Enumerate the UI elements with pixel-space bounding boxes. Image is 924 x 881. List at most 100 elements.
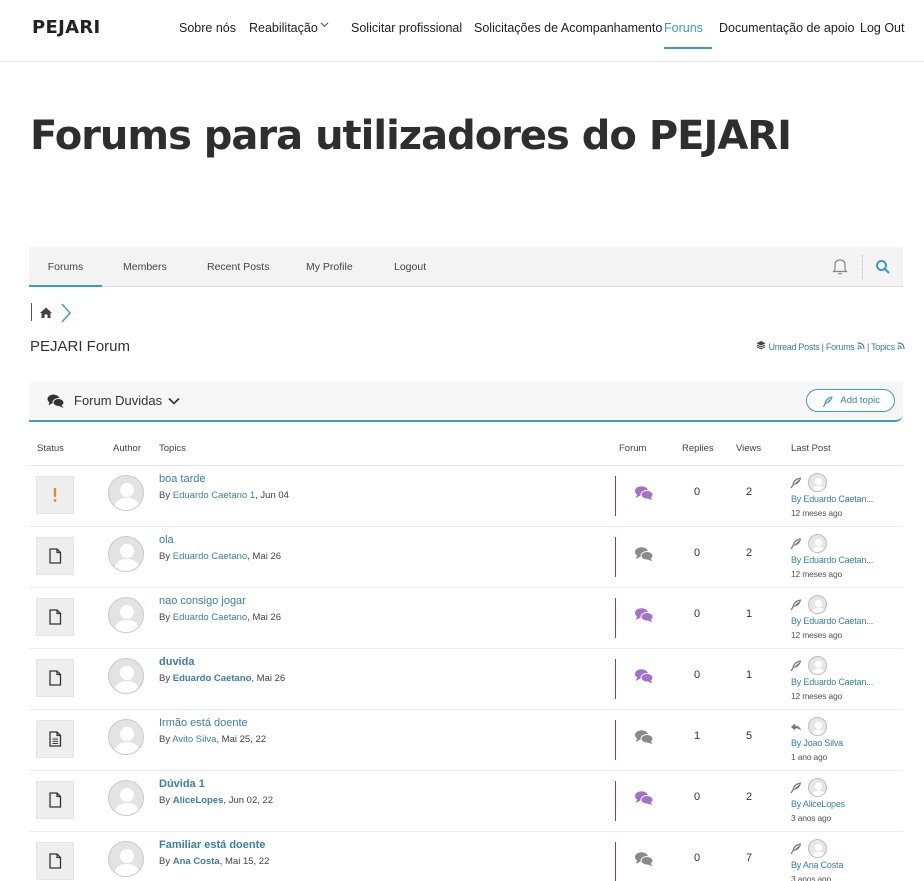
replies-count: 0 bbox=[693, 486, 701, 498]
add-topic-button[interactable]: Add topic bbox=[806, 389, 895, 412]
topic-author-link[interactable]: Eduardo Caetano bbox=[173, 673, 252, 684]
topic-row[interactable]: Dúvida 1 By AliceLopes, Jun 02, 22 0 2 By Al… bbox=[29, 771, 903, 832]
comments-icon bbox=[634, 607, 654, 623]
author-avatar[interactable] bbox=[108, 597, 144, 633]
main-nav: Sobre nós Reabilitação Solicitar profiss… bbox=[0, 0, 924, 62]
replies-count: 0 bbox=[693, 852, 701, 864]
feather-icon bbox=[790, 842, 802, 855]
rss-icon[interactable] bbox=[897, 342, 905, 350]
last-post-author-link[interactable]: By Eduardo Caetan... bbox=[791, 616, 873, 626]
nav-solicitacoes-acompanhamento[interactable]: Solicitações de Acompanhamento bbox=[474, 21, 662, 35]
topic-meta: By Eduardo Caetano, Mai 26 bbox=[159, 673, 285, 684]
topic-title-link[interactable]: duvida bbox=[159, 656, 194, 668]
status-file-icon bbox=[36, 842, 74, 880]
author-avatar[interactable] bbox=[108, 841, 144, 877]
last-post-time: 3 anos ago bbox=[791, 874, 832, 881]
topic-author-link[interactable]: AliceLopes bbox=[173, 795, 224, 806]
topic-title-link[interactable]: boa tarde bbox=[159, 473, 205, 485]
author-avatar[interactable] bbox=[108, 475, 144, 511]
bell-icon[interactable] bbox=[831, 257, 849, 275]
by-label: By bbox=[159, 612, 173, 623]
nav-solicitar-profissional[interactable]: Solicitar profissional bbox=[351, 21, 462, 35]
last-post-avatar[interactable] bbox=[808, 839, 827, 858]
last-post-avatar[interactable] bbox=[808, 595, 827, 614]
topic-title-link[interactable]: Dúvida 1 bbox=[159, 778, 205, 790]
status-file-icon bbox=[36, 598, 74, 636]
nav-reabilitacao[interactable]: Reabilitação bbox=[249, 21, 318, 35]
layers-icon bbox=[756, 341, 766, 350]
comments-icon bbox=[634, 729, 654, 745]
last-post-time: 12 meses ago bbox=[791, 569, 842, 579]
rss-icon[interactable] bbox=[857, 342, 865, 350]
nav-log-out[interactable]: Log Out bbox=[860, 21, 904, 35]
forum-nav-bar: Forums Members Recent Posts My Profile L… bbox=[29, 247, 903, 287]
views-count: 7 bbox=[745, 852, 753, 864]
chevron-down-icon[interactable] bbox=[167, 394, 181, 408]
tab-forums[interactable]: Forums bbox=[29, 247, 102, 287]
last-post-author-link[interactable]: By AliceLopes bbox=[791, 799, 845, 809]
author-avatar[interactable] bbox=[108, 536, 144, 572]
last-post-author-link[interactable]: By Eduardo Caetan... bbox=[791, 494, 873, 504]
nav-sobre-nos[interactable]: Sobre nós bbox=[179, 21, 236, 35]
topic-title-link[interactable]: Irmão está doente bbox=[159, 717, 248, 729]
topic-title-link[interactable]: ola bbox=[159, 534, 174, 546]
home-icon[interactable] bbox=[31, 303, 71, 323]
unread-posts-link[interactable]: Unread Posts bbox=[769, 342, 820, 352]
search-icon[interactable] bbox=[875, 259, 891, 275]
status-file-text-icon bbox=[36, 720, 74, 758]
quick-links: Unread Posts | Forums | Topics bbox=[756, 340, 905, 352]
column-status: Status bbox=[37, 443, 64, 454]
feather-icon bbox=[822, 395, 834, 408]
topic-author-link[interactable]: Avito Silva bbox=[172, 734, 216, 745]
topic-date: , Mai 25, 22 bbox=[216, 734, 267, 745]
replies-count: 1 bbox=[693, 730, 701, 742]
topic-author-link[interactable]: Eduardo Caetano bbox=[173, 551, 247, 562]
last-post-avatar[interactable] bbox=[808, 656, 827, 675]
topic-meta: By Avito Silva, Mai 25, 22 bbox=[159, 734, 266, 745]
last-post-avatar[interactable] bbox=[808, 717, 827, 736]
topic-row[interactable]: Familiar está doente By Ana Costa, Mai 15… bbox=[29, 832, 903, 881]
last-post-author-link[interactable]: By Eduardo Caetan... bbox=[791, 555, 873, 565]
topic-row[interactable]: ola By Eduardo Caetano, Mai 26 0 2 By Eduard… bbox=[29, 527, 903, 588]
topic-row[interactable]: duvida By Eduardo Caetano, Mai 26 0 1 By Edu… bbox=[29, 649, 903, 710]
chevron-down-icon[interactable] bbox=[320, 20, 329, 32]
topic-row[interactable]: nao consigo jogar By Eduardo Caetano, Mai… bbox=[29, 588, 903, 649]
tab-logout[interactable]: Logout bbox=[394, 247, 426, 287]
comments-icon bbox=[634, 668, 654, 684]
by-label: By bbox=[159, 856, 173, 867]
column-topics: Topics bbox=[159, 443, 186, 454]
topic-author-link[interactable]: Eduardo Caetano bbox=[173, 612, 247, 623]
views-count: 2 bbox=[745, 486, 753, 498]
author-avatar[interactable] bbox=[108, 658, 144, 694]
topic-row[interactable]: Irmão está doente By Avito Silva, Mai 25,… bbox=[29, 710, 903, 771]
tab-recent-posts[interactable]: Recent Posts bbox=[207, 247, 269, 287]
last-post-avatar[interactable] bbox=[808, 473, 827, 492]
tab-my-profile[interactable]: My Profile bbox=[306, 247, 353, 287]
last-post-avatar[interactable] bbox=[808, 534, 827, 553]
tab-members[interactable]: Members bbox=[123, 247, 167, 287]
comments-icon bbox=[634, 790, 654, 806]
topics-feed-link[interactable]: Topics bbox=[871, 342, 895, 352]
last-post-author-link[interactable]: By Ana Costa bbox=[791, 860, 843, 870]
nav-foruns[interactable]: Foruns bbox=[664, 21, 703, 35]
topic-row[interactable]: boa tarde By Eduardo Caetano 1, Jun 04 0 2 B… bbox=[29, 466, 903, 527]
topic-meta: By Ana Costa, Mai 15, 22 bbox=[159, 856, 269, 867]
last-post-time: 12 meses ago bbox=[791, 630, 842, 640]
add-topic-label: Add topic bbox=[840, 395, 880, 406]
topic-author-link[interactable]: Ana Costa bbox=[173, 856, 220, 867]
last-post-avatar[interactable] bbox=[808, 778, 827, 797]
column-divider bbox=[615, 598, 616, 638]
last-post-author-link[interactable]: By Joao Silva bbox=[791, 738, 843, 748]
topic-meta: By Eduardo Caetano, Mai 26 bbox=[159, 551, 281, 562]
by-label: By bbox=[159, 490, 173, 501]
author-avatar[interactable] bbox=[108, 719, 144, 755]
topic-title-link[interactable]: Familiar está doente bbox=[159, 839, 265, 851]
author-avatar[interactable] bbox=[108, 780, 144, 816]
views-count: 2 bbox=[745, 791, 753, 803]
topic-title-link[interactable]: nao consigo jogar bbox=[159, 595, 246, 607]
last-post-author-link[interactable]: By Eduardo Caetan... bbox=[791, 677, 873, 687]
forums-feed-link[interactable]: Forums bbox=[826, 342, 855, 352]
topic-author-link[interactable]: Eduardo Caetano 1 bbox=[173, 490, 255, 501]
replies-count: 0 bbox=[693, 547, 701, 559]
nav-documentacao-apoio[interactable]: Documentação de apoio bbox=[719, 21, 855, 35]
